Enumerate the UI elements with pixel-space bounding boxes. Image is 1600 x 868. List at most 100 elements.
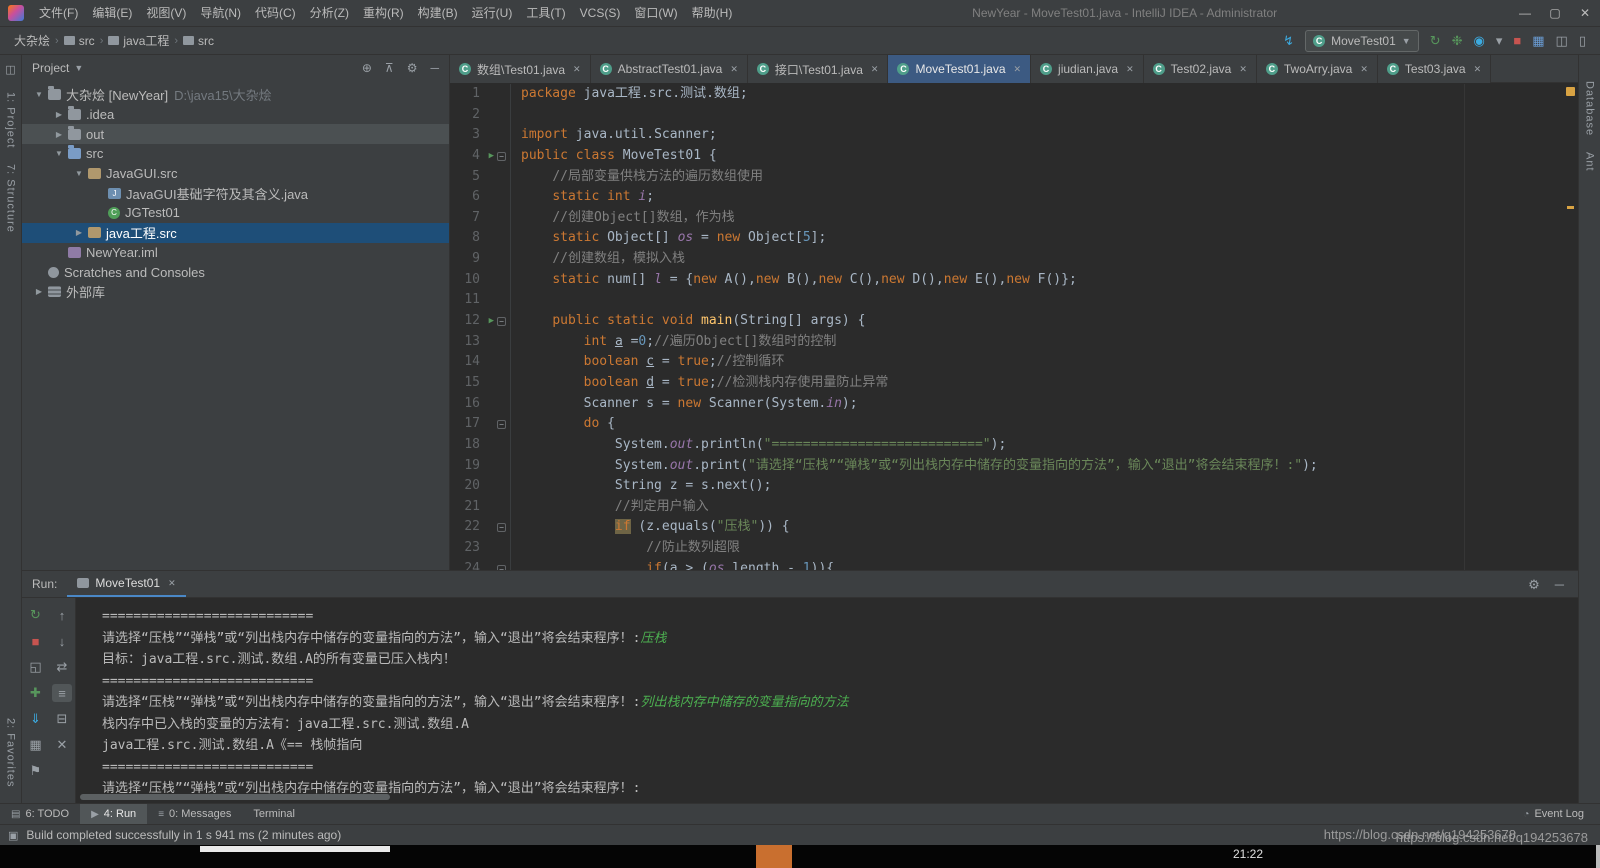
- close-icon[interactable]: ✕: [1474, 64, 1482, 75]
- show-desktop-button[interactable]: [1596, 845, 1600, 868]
- chevron-right-icon[interactable]: ▶: [52, 110, 66, 119]
- tool-window-button[interactable]: 2: Favorites: [5, 718, 17, 787]
- code-line[interactable]: 20 String z = s.next();: [450, 476, 1578, 497]
- breadcrumb-item[interactable]: 大杂烩: [14, 32, 50, 49]
- close-icon[interactable]: ✕: [573, 64, 581, 75]
- fold-icon[interactable]: −: [497, 316, 506, 326]
- tree-row[interactable]: JavaGUI基础字符及其含义.java: [22, 183, 449, 203]
- locate-file-icon[interactable]: ⊕: [362, 61, 372, 75]
- editor-tab[interactable]: Cjiudian.java ✕: [1031, 55, 1144, 83]
- status-icon[interactable]: ▣: [0, 829, 26, 842]
- run-line-icon[interactable]: ▶: [489, 316, 494, 326]
- code-line[interactable]: 10 static num[] l = {new A(),new B(),new…: [450, 269, 1578, 291]
- chevron-right-icon[interactable]: ▶: [72, 228, 86, 237]
- close-icon[interactable]: ✕: [1239, 64, 1247, 75]
- minimize-icon[interactable]: —: [1510, 6, 1540, 20]
- hide-panel-icon[interactable]: ─: [430, 61, 439, 75]
- code-line[interactable]: 1 package java工程.src.测试.数组;: [450, 84, 1578, 105]
- tree-row[interactable]: NewYear.iml: [22, 243, 449, 263]
- scroll-to-end-icon[interactable]: ≡: [52, 684, 72, 702]
- run-line-icon[interactable]: ▶: [489, 151, 494, 161]
- up-stack-icon[interactable]: ↑: [52, 606, 72, 624]
- menu-item[interactable]: 文件(F): [32, 6, 85, 20]
- debug-icon[interactable]: ❉: [1452, 34, 1463, 47]
- menu-item[interactable]: 构建(B): [411, 6, 465, 20]
- wrench-icon[interactable]: ↯: [1283, 34, 1294, 47]
- code-line[interactable]: 18 System.out.println("=================…: [450, 434, 1578, 456]
- soft-wrap-icon[interactable]: ⇄: [52, 658, 72, 676]
- code-line[interactable]: 19 System.out.print("请选择“压栈”“弹栈”或“列出栈内存中…: [450, 455, 1578, 477]
- stop-icon[interactable]: ■: [26, 632, 46, 650]
- editor-tab[interactable]: C Test02.java ✕: [1143, 55, 1257, 83]
- menu-item[interactable]: 工具(T): [519, 6, 572, 20]
- menu-item[interactable]: 导航(N): [193, 6, 248, 20]
- editor-tab[interactable]: C 数组\Test01.java ✕: [450, 55, 591, 83]
- code-line[interactable]: 11: [450, 290, 1578, 312]
- code-line[interactable]: 12 ▶ − public static void main(String[] ar…: [450, 311, 1578, 332]
- chevron-down-icon[interactable]: ▾: [1496, 34, 1503, 47]
- close-icon[interactable]: ✕: [1360, 64, 1368, 75]
- code-line[interactable]: 3 import java.util.Scanner;: [450, 125, 1578, 146]
- editor-tab[interactable]: C Test03.java ✕: [1377, 55, 1492, 83]
- menu-item[interactable]: 代码(C): [248, 6, 303, 20]
- dump-threads-icon[interactable]: ⇓: [26, 710, 46, 728]
- code-line[interactable]: 15 boolean d = true;//检测栈内存使用量防止异常: [450, 372, 1578, 394]
- code-line[interactable]: 8 static Object[] os = new Object[5];: [450, 228, 1578, 250]
- close-icon[interactable]: ✕: [1570, 6, 1600, 20]
- warning-stripe-mark[interactable]: [1567, 206, 1574, 209]
- code-line[interactable]: 22 − if (z.equals("压栈")) {: [450, 517, 1578, 539]
- event-log-button[interactable]: ◔ Event Log: [1523, 808, 1600, 820]
- tree-row[interactable]: ▼ JavaGUI.src: [22, 164, 449, 184]
- chevron-down-icon[interactable]: ▼: [32, 90, 46, 99]
- chevron-right-icon[interactable]: ▶: [32, 287, 46, 296]
- tree-row[interactable]: ▶ 外部库: [22, 282, 449, 302]
- menu-item[interactable]: 运行(U): [465, 6, 520, 20]
- restore-layout-icon[interactable]: ◱: [26, 658, 46, 676]
- tree-row[interactable]: ▶ .idea: [22, 105, 449, 125]
- menu-item[interactable]: 编辑(E): [85, 6, 139, 20]
- menu-item[interactable]: 窗口(W): [627, 6, 684, 20]
- coverage-icon[interactable]: ✚: [26, 684, 46, 702]
- stop-icon[interactable]: ■: [1513, 34, 1521, 47]
- tool-window-button[interactable]: 7: Structure: [5, 164, 17, 233]
- breadcrumb-item[interactable]: java工程: [108, 32, 169, 49]
- code-line[interactable]: 23 //防止数列超限: [450, 538, 1578, 559]
- tool-window-button[interactable]: 1: Project: [5, 92, 17, 148]
- code-line[interactable]: 6 static int i;: [450, 187, 1578, 208]
- messages-tab[interactable]: ≡ 0: Messages: [147, 804, 242, 824]
- menu-item[interactable]: 帮助(H): [685, 6, 740, 20]
- tree-row[interactable]: ▼ 大杂烩 [NewYear] D:\java15\大杂烩: [22, 85, 449, 105]
- print-icon[interactable]: ⊟: [52, 710, 72, 728]
- code-line[interactable]: 17 − do {: [450, 414, 1578, 435]
- window-icon[interactable]: ▯: [1579, 34, 1586, 47]
- settings-gear-icon[interactable]: ⚙: [407, 61, 418, 75]
- editor-tab[interactable]: C TwoArry.java ✕: [1256, 55, 1378, 83]
- run-config-selector[interactable]: C MoveTest01 ▼: [1305, 29, 1419, 52]
- chevron-down-icon[interactable]: ▼: [72, 169, 86, 178]
- clear-all-icon[interactable]: ✕: [52, 736, 72, 754]
- down-stack-icon[interactable]: ↓: [52, 632, 72, 650]
- rerun-icon[interactable]: ↻: [26, 606, 46, 624]
- menu-item[interactable]: 重构(R): [356, 6, 411, 20]
- close-icon[interactable]: ✕: [730, 64, 738, 75]
- breadcrumb-item[interactable]: src: [183, 34, 214, 48]
- code-line[interactable]: 21 //判定用户输入: [450, 496, 1578, 518]
- code-line[interactable]: 2: [450, 104, 1578, 126]
- code-line[interactable]: 16 Scanner s = new Scanner(System.in);: [450, 393, 1578, 415]
- code-line[interactable]: 13 int a =0;//遍历Object[]数组时的控制: [450, 331, 1578, 353]
- console-output[interactable]: =========================== 请选择“压栈”“弹栈”或“…: [76, 598, 1578, 803]
- menu-item[interactable]: 视图(V): [139, 6, 193, 20]
- chevron-down-icon[interactable]: ▼: [74, 63, 83, 73]
- settings-gear-icon[interactable]: ⚙: [1528, 578, 1540, 591]
- horizontal-scrollbar[interactable]: [80, 794, 390, 800]
- close-icon[interactable]: ✕: [1014, 64, 1022, 75]
- terminal-tab[interactable]: Terminal: [242, 804, 306, 824]
- run-tab[interactable]: ▶ 4: Run: [80, 804, 148, 824]
- chevron-down-icon[interactable]: ▼: [52, 149, 66, 158]
- tool-window-button[interactable]: Database: [1584, 81, 1596, 136]
- tree-row[interactable]: ▶ java工程.src: [22, 222, 449, 243]
- close-icon[interactable]: ✕: [871, 64, 879, 75]
- editor-tab[interactable]: C MoveTest01.java ✕: [888, 55, 1032, 83]
- close-icon[interactable]: ✕: [1126, 64, 1134, 75]
- menu-item[interactable]: 分析(Z): [303, 6, 356, 20]
